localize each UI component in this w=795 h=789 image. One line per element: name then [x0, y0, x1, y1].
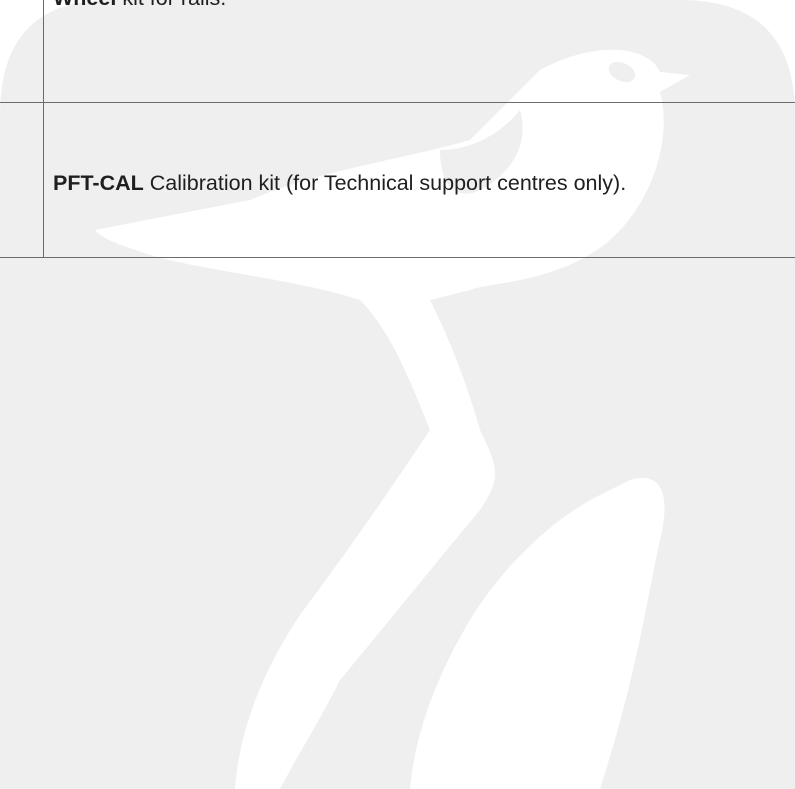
product-description: Calibration kit (for Technical support c… [149, 171, 627, 195]
table-cell-wheel: Wheel kit for rails. [53, 0, 226, 11]
product-code: PFT-CAL [53, 171, 144, 195]
product-description: kit for rails. [122, 0, 226, 10]
bird-logo-watermark-icon [0, 0, 795, 789]
table-row-divider [0, 257, 795, 258]
table-row-divider [0, 102, 795, 103]
table-cell-pft-cal: PFT-CAL Calibration kit (for Technical s… [53, 170, 626, 196]
product-code: Wheel [53, 0, 116, 10]
table-column-divider [43, 0, 44, 258]
